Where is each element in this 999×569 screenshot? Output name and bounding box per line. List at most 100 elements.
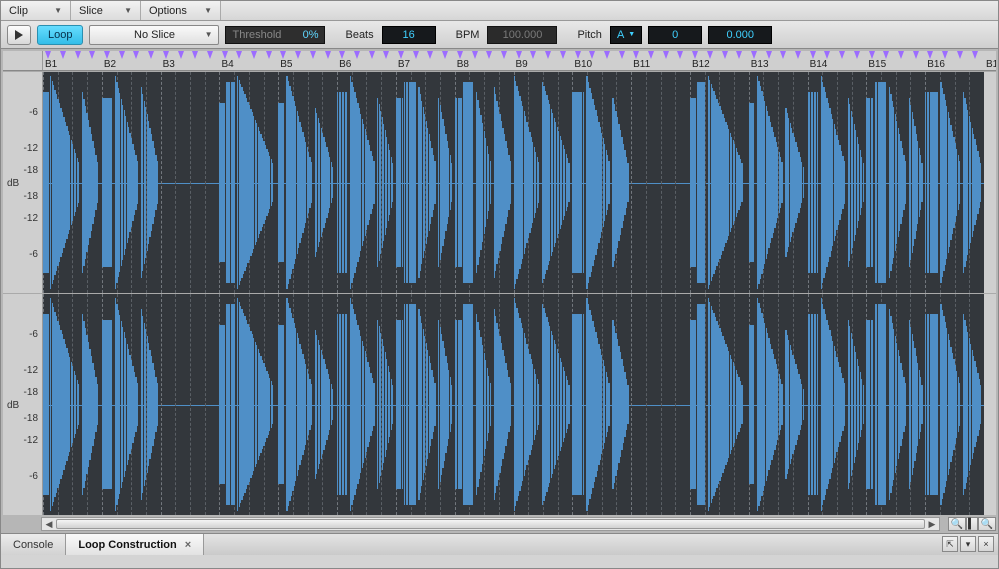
slice-marker[interactable] — [736, 51, 742, 59]
tab-loop-label: Loop Construction — [78, 539, 176, 551]
slice-marker[interactable] — [398, 51, 404, 59]
slice-marker[interactable] — [222, 51, 228, 59]
slice-marker[interactable] — [119, 51, 125, 59]
slice-marker[interactable] — [501, 51, 507, 59]
slice-marker[interactable] — [604, 51, 610, 59]
slice-marker[interactable] — [383, 51, 389, 59]
zoom-slider[interactable]: ▍ — [966, 517, 978, 531]
slice-marker[interactable] — [413, 51, 419, 59]
slice-marker[interactable] — [589, 51, 595, 59]
slice-marker[interactable] — [633, 51, 639, 59]
tabbar: Console Loop Construction × ⇱ ▾ × — [1, 533, 998, 555]
beats-field[interactable]: 16 — [382, 26, 436, 44]
menu-clip[interactable]: Clip ▼ — [1, 1, 71, 20]
slice-marker[interactable] — [722, 51, 728, 59]
slice-marker[interactable] — [516, 51, 522, 59]
slice-marker[interactable] — [795, 51, 801, 59]
slice-marker[interactable] — [89, 51, 95, 59]
slice-marker[interactable] — [810, 51, 816, 59]
waveform-canvas-right[interactable] — [43, 294, 984, 515]
waveform-canvas-left[interactable] — [43, 72, 984, 293]
slice-marker[interactable] — [178, 51, 184, 59]
db-tick: -6 — [29, 471, 38, 482]
slice-marker[interactable] — [942, 51, 948, 59]
slice-marker[interactable] — [75, 51, 81, 59]
slice-marker[interactable] — [575, 51, 581, 59]
pitch-semitone-field[interactable]: 0 — [648, 26, 702, 44]
slice-marker[interactable] — [369, 51, 375, 59]
slice-marker[interactable] — [545, 51, 551, 59]
db-tick: -6 — [29, 249, 38, 260]
threshold-field[interactable]: Threshold 0% — [225, 26, 325, 44]
scroll-track[interactable] — [56, 518, 925, 530]
slice-marker[interactable] — [619, 51, 625, 59]
play-button[interactable] — [7, 25, 31, 45]
slice-marker[interactable] — [824, 51, 830, 59]
slice-marker[interactable] — [192, 51, 198, 59]
tab-console[interactable]: Console — [1, 534, 66, 555]
slice-marker[interactable] — [648, 51, 654, 59]
slice-mode-select[interactable]: No Slice ▼ — [89, 25, 219, 45]
slice-marker[interactable] — [751, 51, 757, 59]
beat-label: B12 — [692, 59, 710, 70]
slice-marker[interactable] — [163, 51, 169, 59]
slice-marker[interactable] — [133, 51, 139, 59]
slice-marker[interactable] — [310, 51, 316, 59]
slice-marker[interactable] — [45, 51, 51, 59]
pitch-note-field[interactable]: A ▼ — [610, 26, 642, 44]
loop-button[interactable]: Loop — [37, 25, 83, 45]
slice-marker[interactable] — [104, 51, 110, 59]
menu-slice[interactable]: Slice ▼ — [71, 1, 141, 20]
slice-marker[interactable] — [266, 51, 272, 59]
slice-marker[interactable] — [780, 51, 786, 59]
slice-marker[interactable] — [486, 51, 492, 59]
slice-marker[interactable] — [692, 51, 698, 59]
tab-loop-construction[interactable]: Loop Construction × — [66, 534, 204, 555]
beat-label: B14 — [810, 59, 828, 70]
close-panel-button[interactable]: × — [978, 536, 994, 552]
slice-marker[interactable] — [707, 51, 713, 59]
slice-marker[interactable] — [913, 51, 919, 59]
bpm-field[interactable]: 100.000 — [487, 26, 557, 44]
slice-marker[interactable] — [236, 51, 242, 59]
ruler[interactable]: B1B2B3B4B5B6B7B8B9B10B11B12B13B14B15B16B… — [3, 51, 996, 71]
chevron-down-icon: ▼ — [124, 6, 132, 15]
slice-marker[interactable] — [663, 51, 669, 59]
slice-marker[interactable] — [766, 51, 772, 59]
slice-marker[interactable] — [854, 51, 860, 59]
slice-marker[interactable] — [898, 51, 904, 59]
scroll-left-icon[interactable]: ◀ — [42, 518, 56, 530]
pitch-fine-field[interactable]: 0.000 — [708, 26, 772, 44]
slice-marker[interactable] — [457, 51, 463, 59]
horizontal-scrollbar[interactable]: ◀ ▶ — [41, 517, 940, 531]
slice-marker[interactable] — [251, 51, 257, 59]
slice-marker[interactable] — [530, 51, 536, 59]
slice-marker[interactable] — [472, 51, 478, 59]
close-icon[interactable]: × — [185, 539, 191, 551]
slice-marker[interactable] — [957, 51, 963, 59]
slice-marker[interactable] — [325, 51, 331, 59]
slice-marker[interactable] — [442, 51, 448, 59]
menu-options[interactable]: Options ▼ — [141, 1, 221, 20]
slice-marker[interactable] — [148, 51, 154, 59]
slice-marker[interactable] — [869, 51, 875, 59]
slice-marker[interactable] — [560, 51, 566, 59]
slice-marker[interactable] — [280, 51, 286, 59]
slice-marker[interactable] — [677, 51, 683, 59]
slice-marker[interactable] — [972, 51, 978, 59]
slice-marker[interactable] — [427, 51, 433, 59]
slice-marker[interactable] — [839, 51, 845, 59]
scroll-thumb[interactable] — [56, 519, 925, 529]
slice-marker[interactable] — [354, 51, 360, 59]
slice-marker[interactable] — [883, 51, 889, 59]
slice-marker[interactable] — [927, 51, 933, 59]
slice-marker[interactable] — [207, 51, 213, 59]
zoom-in-button[interactable]: 🔍 — [978, 517, 996, 531]
dock-button[interactable]: ⇱ — [942, 536, 958, 552]
scroll-right-icon[interactable]: ▶ — [925, 518, 939, 530]
zoom-out-button[interactable]: 🔍 — [948, 517, 966, 531]
slice-marker[interactable] — [339, 51, 345, 59]
menu-button[interactable]: ▾ — [960, 536, 976, 552]
slice-marker[interactable] — [60, 51, 66, 59]
slice-marker[interactable] — [295, 51, 301, 59]
